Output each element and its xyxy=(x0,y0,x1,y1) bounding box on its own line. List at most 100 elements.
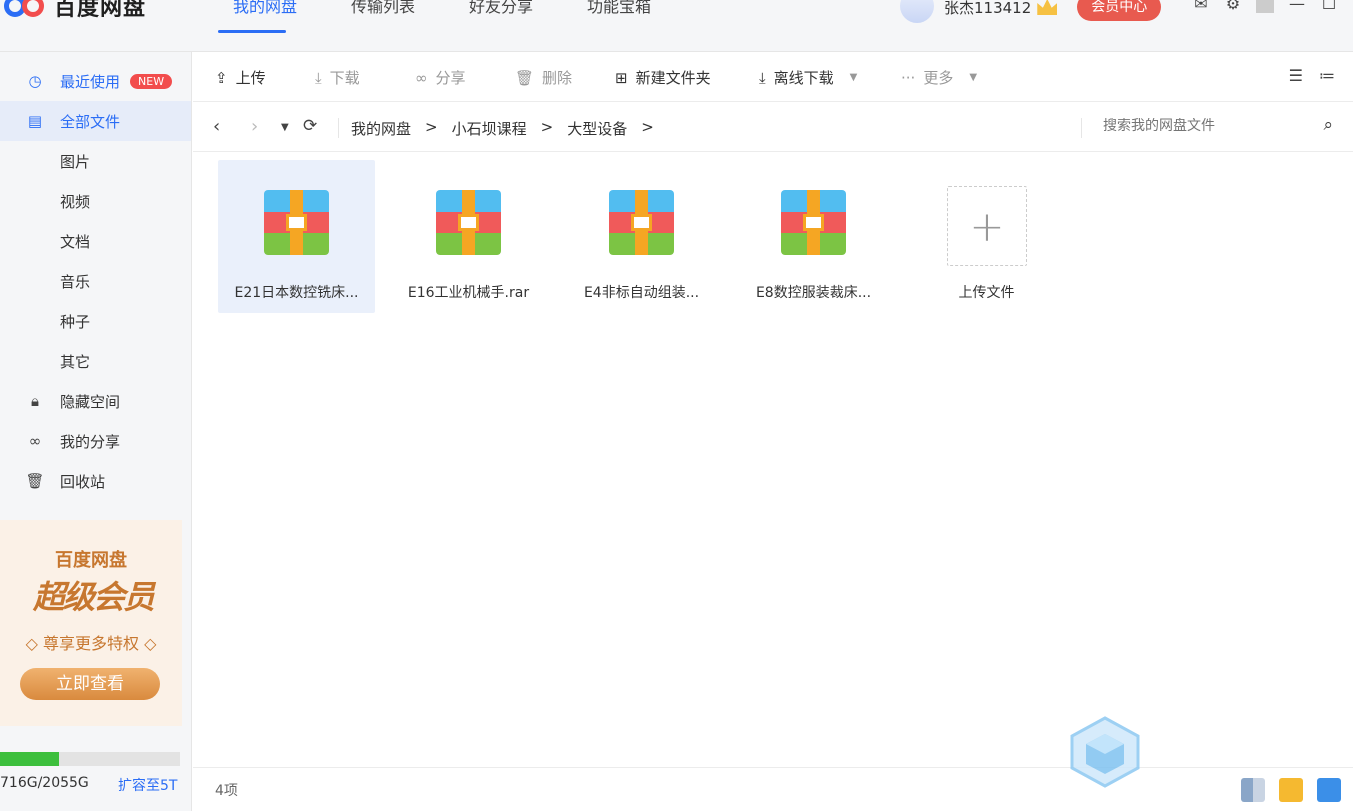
mail-icon[interactable]: ✉ xyxy=(1192,0,1210,13)
sidebar-item-torrents[interactable]: 种子 xyxy=(0,301,191,341)
sidebar-item-recent[interactable]: ◷ 最近使用 NEW xyxy=(0,61,191,101)
upload-label: 上传 xyxy=(235,69,266,87)
plus-icon: + xyxy=(969,201,1005,251)
file-grid: E21日本数控铣床... E16工业机械手.rar E4非标自动组装... E8… xyxy=(193,152,1353,767)
divider xyxy=(338,118,339,138)
expand-storage-link[interactable]: 扩容至5T xyxy=(118,775,177,795)
search-input[interactable] xyxy=(1103,118,1293,134)
offline-download-label: 离线下载 xyxy=(773,69,834,87)
file-name: E4非标自动组装... xyxy=(583,285,700,301)
trash-icon: 🗑︎ xyxy=(515,68,535,87)
sort-icon[interactable]: ☰ xyxy=(1289,66,1303,85)
upload-badge-icon[interactable] xyxy=(1279,778,1303,802)
top-bar: 百度网盘 我的网盘 传输列表 好友分享 功能宝箱 张杰113412 会员中心 ✉… xyxy=(0,0,1353,52)
download-button[interactable]: ⤓ 下载 xyxy=(315,67,360,88)
back-icon[interactable]: ‹ xyxy=(213,116,220,137)
sidebar-item-label: 回收站 xyxy=(60,472,106,491)
sidebar-item-images[interactable]: 图片 xyxy=(0,141,191,181)
maximize-icon[interactable]: ☐ xyxy=(1320,0,1338,13)
storage-bar-fill xyxy=(0,752,60,766)
sidebar-item-recycle-bin[interactable]: 🗑︎ 回收站 xyxy=(0,461,191,501)
chevron-down-icon: ▼ xyxy=(969,72,978,83)
avatar[interactable] xyxy=(900,0,934,23)
vip-center-button[interactable]: 会员中心 xyxy=(1077,0,1162,21)
upload-tile[interactable]: + xyxy=(947,186,1027,266)
new-badge: NEW xyxy=(130,73,173,89)
breadcrumb-separator: > xyxy=(425,118,438,136)
new-folder-button[interactable]: ⊞ 新建文件夹 xyxy=(615,67,711,88)
brand-name: 百度网盘 xyxy=(54,0,147,21)
sidebar-item-music[interactable]: 音乐 xyxy=(0,261,191,301)
breadcrumb-item[interactable]: 小石坝课程 xyxy=(452,118,527,139)
history-dropdown-icon[interactable]: ▼ xyxy=(281,122,289,133)
rar-archive-icon xyxy=(609,190,674,255)
upload-icon: ⇪ xyxy=(215,68,228,87)
storage-bar xyxy=(0,752,180,766)
file-item[interactable]: E21日本数控铣床... xyxy=(218,160,375,313)
promo-view-button[interactable]: 立即查看 xyxy=(20,668,160,700)
status-icons xyxy=(1241,778,1341,802)
breadcrumb: 我的网盘 > 小石坝课程 > 大型设备 > xyxy=(351,118,654,139)
breadcrumb-item[interactable]: 我的网盘 xyxy=(351,118,411,139)
upload-button[interactable]: ⇪ 上传 xyxy=(215,67,266,88)
delete-button[interactable]: 🗑︎ 删除 xyxy=(515,67,572,88)
new-folder-icon: ⊞ xyxy=(615,68,628,87)
sidebar-item-label: 我的分享 xyxy=(60,432,121,451)
item-count: 4项 xyxy=(215,783,238,799)
tab-transfer-list[interactable]: 传输列表 xyxy=(324,0,442,34)
tab-toolbox[interactable]: 功能宝箱 xyxy=(560,0,678,34)
list-view-icon[interactable]: ≔ xyxy=(1319,66,1335,85)
refresh-icon[interactable]: ⟳ xyxy=(303,116,317,136)
file-name: E16工业机械手.rar xyxy=(407,285,530,301)
new-folder-label: 新建文件夹 xyxy=(635,69,711,87)
minimize-icon[interactable]: — xyxy=(1288,0,1306,13)
breadcrumb-item[interactable]: 大型设备 xyxy=(567,118,627,139)
promo-subtitle: ◇ 尊享更多特权 ◇ xyxy=(25,634,157,653)
tab-friend-share[interactable]: 好友分享 xyxy=(442,0,560,34)
share-label: 分享 xyxy=(435,69,466,87)
file-name: E8数控服装裁床... xyxy=(755,285,872,301)
toolbar: ⇪ 上传 ⤓ 下载 ∞ 分享 🗑︎ 删除 ⊞ 新建文件夹 ⤓ 离线下载 ▼ ··… xyxy=(193,52,1353,102)
breadcrumb-separator: > xyxy=(641,118,654,136)
upload-tile-label: 上传文件 xyxy=(958,285,1015,301)
rar-archive-icon xyxy=(781,190,846,255)
tab-my-drive[interactable]: 我的网盘 xyxy=(206,0,324,34)
offline-download-button[interactable]: ⤓ 离线下载 ▼ xyxy=(759,67,857,88)
sidebar-item-videos[interactable]: 视频 xyxy=(0,181,191,221)
trash-icon: 🗑︎ xyxy=(25,472,45,490)
file-item[interactable]: E8数控服装裁床... xyxy=(735,160,892,313)
sidebar-item-hidden-space[interactable]: 🔒︎ 隐藏空间 xyxy=(0,381,191,421)
vip-promo-banner[interactable]: 百度网盘 超级会员 ◇ 尊享更多特权 ◇ 立即查看 xyxy=(0,520,182,726)
app-window: 百度网盘 我的网盘 传输列表 好友分享 功能宝箱 张杰113412 会员中心 ✉… xyxy=(0,0,1353,811)
rar-archive-icon xyxy=(264,190,329,255)
download-icon: ⤓ xyxy=(315,68,322,87)
promo-brand: 百度网盘 xyxy=(55,550,127,571)
sidebar-item-all-files[interactable]: ▤ 全部文件 xyxy=(0,101,191,141)
chevron-down-icon: ▼ xyxy=(849,72,858,83)
brand-logo: 百度网盘 xyxy=(4,0,146,22)
download-label: 下载 xyxy=(329,69,360,87)
main-nav: 我的网盘 传输列表 好友分享 功能宝箱 xyxy=(206,0,678,34)
window-controls: ✉ ⚙ — ☐ ✕ xyxy=(1192,0,1353,13)
user-area: 张杰113412 会员中心 xyxy=(900,0,1162,23)
clock-icon: ◷ xyxy=(28,72,42,90)
search-icon[interactable]: ⌕ xyxy=(1323,115,1333,135)
file-item[interactable]: E4非标自动组装... xyxy=(563,160,720,313)
document-icon: ▤ xyxy=(27,112,43,130)
sidebar-item-other[interactable]: 其它 xyxy=(0,341,191,381)
lock-badge-icon[interactable] xyxy=(1317,778,1341,802)
floating-cube-icon[interactable] xyxy=(1068,716,1142,788)
breadcrumb-separator: > xyxy=(540,118,554,136)
sidebar-item-my-shares[interactable]: ∞ 我的分享 xyxy=(0,421,191,461)
settings-icon[interactable]: ⚙ xyxy=(1224,0,1242,13)
more-button[interactable]: ··· 更多 ▼ xyxy=(901,67,977,88)
user-name[interactable]: 张杰113412 xyxy=(944,0,1031,18)
forward-icon[interactable]: › xyxy=(251,116,258,137)
apps-icon[interactable] xyxy=(1241,778,1265,802)
logo-icon xyxy=(4,0,46,17)
storage-text: 716G/2055G xyxy=(0,775,89,791)
file-item[interactable]: E16工业机械手.rar xyxy=(390,160,547,313)
share-button[interactable]: ∞ 分享 xyxy=(415,67,466,88)
sidebar-item-documents[interactable]: 文档 xyxy=(0,221,191,261)
more-label: 更多 xyxy=(923,69,954,87)
